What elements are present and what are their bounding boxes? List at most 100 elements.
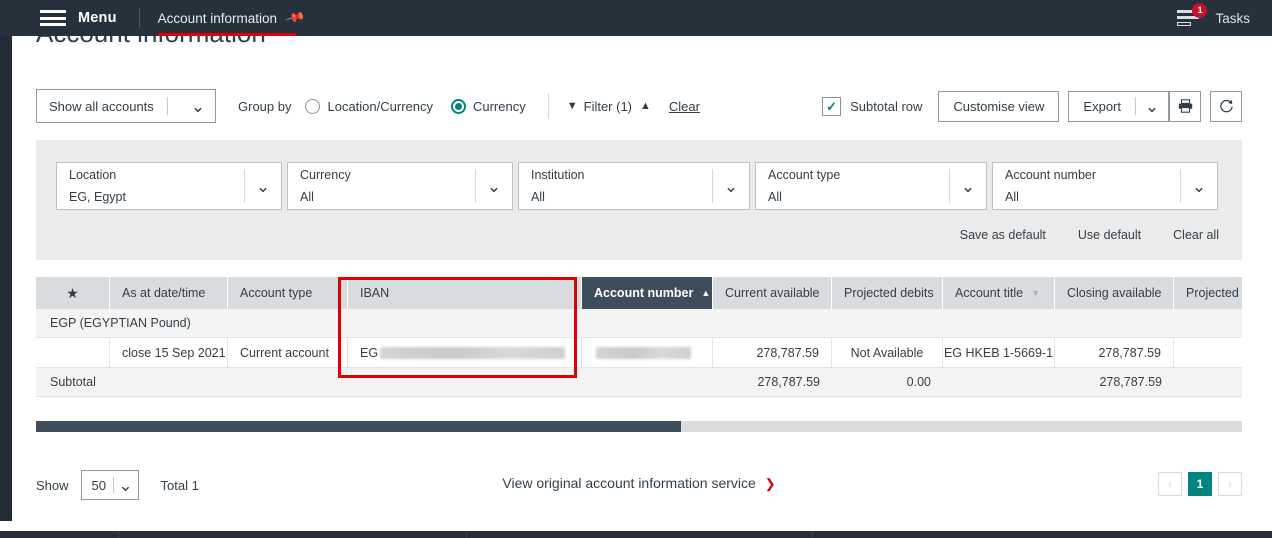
hamburger-menu-icon[interactable] — [40, 10, 66, 26]
column-label: Current available — [725, 286, 820, 300]
star-icon: ★ — [66, 284, 79, 301]
nav-tab-account-information[interactable]: Account information 📌 — [157, 0, 307, 36]
filter-field-label: Institution — [531, 168, 585, 183]
chevron-down-icon: ⌄ — [1191, 176, 1207, 196]
radio-label: Currency — [472, 98, 526, 114]
filter-action-links: Save as default Use default Clear all — [928, 228, 1219, 242]
column-header-iban[interactable]: IBAN — [348, 277, 582, 309]
filter-field-label: Currency — [300, 168, 351, 183]
use-default-link[interactable]: Use default — [1078, 228, 1141, 242]
chevron-down-icon: ⌄ — [190, 96, 206, 116]
clear-all-link[interactable]: Clear all — [1173, 228, 1219, 242]
tasks-icon[interactable]: 1 — [1177, 3, 1208, 27]
account-information-screen: Account information Menu Account informa… — [0, 0, 1272, 538]
chevron-down-icon: ⌄ — [723, 176, 739, 196]
filter-field-value: All — [1005, 190, 1019, 204]
subtotal-spacer-4 — [582, 368, 713, 396]
group-by-label: Group by — [238, 98, 292, 114]
cell-account-title: EG HKEB 1-5669-1 — [943, 338, 1055, 367]
funnel-icon: ▼ — [566, 100, 578, 112]
nav-tab-active-underline — [157, 33, 296, 36]
column-header-account-title[interactable]: Account title ▼ — [943, 277, 1055, 309]
filter-field-account-type[interactable]: Account type All ⌄ — [755, 162, 987, 210]
accounts-table: ★ As at date/time Account type IBAN Acco… — [36, 277, 1242, 397]
sort-ascending-icon: ▲ — [701, 288, 711, 298]
table-footer: Show 50 ⌄ Total 1 View original account … — [36, 468, 1242, 502]
radio-icon — [305, 98, 321, 114]
tasks-label[interactable]: Tasks — [1215, 11, 1250, 26]
column-header-account-number[interactable]: Account number ▲ — [582, 277, 713, 309]
export-split-button[interactable]: Export ⌄ — [1068, 90, 1169, 122]
menu-label[interactable]: Menu — [78, 10, 117, 26]
subtotal-projected-credits — [1174, 368, 1242, 396]
toolbar: Show all accounts ⌄ Group by Location/Cu… — [36, 88, 1242, 124]
chevron-right-icon: ❯ — [764, 476, 776, 491]
view-original-service-link[interactable]: View original account information servic… — [36, 475, 1242, 492]
column-header-account-type[interactable]: Account type — [228, 277, 348, 309]
column-label: Projected debits — [844, 286, 934, 300]
column-label: Closing available — [1067, 286, 1162, 300]
pagination-prev-button[interactable]: ‹ — [1158, 472, 1182, 496]
cell-favourite[interactable] — [36, 338, 110, 367]
subtotal-row: Subtotal 278,787.59 0.00 278,787.59 — [36, 368, 1242, 397]
pagination-page-1[interactable]: 1 — [1188, 472, 1212, 496]
save-as-default-link[interactable]: Save as default — [960, 228, 1046, 242]
filter-field-value: All — [768, 190, 782, 204]
filter-field-label: Account type — [768, 168, 841, 183]
account-scope-select[interactable]: Show all accounts ⌄ — [36, 89, 216, 123]
filter-field-value: EG, Egypt — [69, 190, 126, 204]
column-label: Account title — [955, 286, 1024, 300]
column-header-current-available[interactable]: Current available — [713, 277, 832, 309]
pagination-next-button[interactable]: › — [1218, 472, 1242, 496]
check-icon: ✓ — [826, 98, 838, 114]
pagination: ‹ 1 › — [1152, 472, 1242, 496]
subtotal-label: Subtotal — [50, 375, 96, 389]
pin-icon[interactable]: 📌 — [284, 7, 307, 29]
radio-location-currency[interactable]: Location/Currency — [305, 98, 433, 114]
cell-current-available: 278,787.59 — [713, 338, 832, 367]
horizontal-scrollbar[interactable] — [36, 421, 1242, 432]
left-rail — [0, 36, 12, 521]
subtotal-row-label: Subtotal row — [850, 98, 923, 114]
subtotal-spacer-3 — [348, 368, 582, 396]
subtotal-projected-debits: 0.00 — [906, 375, 931, 389]
chevron-down-icon: ⌄ — [1144, 96, 1160, 116]
column-header-favourite[interactable]: ★ — [36, 277, 110, 309]
filter-field-location[interactable]: Location EG, Egypt ⌄ — [56, 162, 282, 210]
filter-label: Filter (1) — [583, 98, 633, 114]
redacted-account-number — [596, 346, 691, 359]
filter-toggle-button[interactable]: ▼ Filter (1) ▲ — [567, 99, 651, 114]
print-button[interactable] — [1169, 90, 1201, 122]
chevron-down-icon: ⌄ — [486, 176, 502, 196]
filter-field-value: All — [531, 190, 545, 204]
column-header-projected-debits[interactable]: Projected debits — [832, 277, 943, 309]
filter-field-currency[interactable]: Currency All ⌄ — [287, 162, 513, 210]
filter-field-institution[interactable]: Institution All ⌄ — [518, 162, 750, 210]
toolbar-right-group: ✓ Subtotal row Customise view Export ⌄ — [822, 90, 1242, 122]
cell-projected-debits: Not Available — [832, 338, 943, 367]
column-header-projected-credits[interactable]: Projected credits — [1174, 277, 1242, 309]
filter-field-value: All — [300, 190, 314, 204]
clear-filter-link[interactable]: Clear — [669, 99, 700, 114]
select-separator — [166, 97, 168, 115]
radio-currency[interactable]: Currency — [450, 98, 526, 114]
refresh-icon — [1219, 99, 1233, 112]
cell-iban-prefix: EG — [360, 345, 379, 360]
column-label: Account number — [594, 286, 694, 300]
subtotal-row-checkbox[interactable]: ✓ — [822, 96, 842, 116]
nav-divider — [138, 8, 140, 28]
radio-label: Location/Currency — [327, 98, 433, 114]
column-header-as-at-date-time[interactable]: As at date/time — [110, 277, 228, 309]
customise-view-button[interactable]: Customise view — [938, 90, 1060, 122]
column-header-closing-available[interactable]: Closing available — [1055, 277, 1174, 309]
tasks-badge: 1 — [1192, 3, 1208, 18]
cell-closing-available: 278,787.59 — [1055, 338, 1174, 367]
table-row[interactable]: close 15 Sep 2021 Current account EG 278… — [36, 338, 1242, 368]
currency-group-row: EGP (EGYPTIAN Pound) — [36, 309, 1242, 338]
subtotal-spacer-1 — [110, 368, 228, 396]
refresh-button[interactable] — [1210, 90, 1242, 122]
scrollbar-thumb[interactable] — [36, 421, 681, 432]
filter-field-label: Account number — [1005, 168, 1097, 183]
filter-field-account-number[interactable]: Account number All ⌄ — [992, 162, 1218, 210]
export-label: Export — [1083, 98, 1121, 114]
